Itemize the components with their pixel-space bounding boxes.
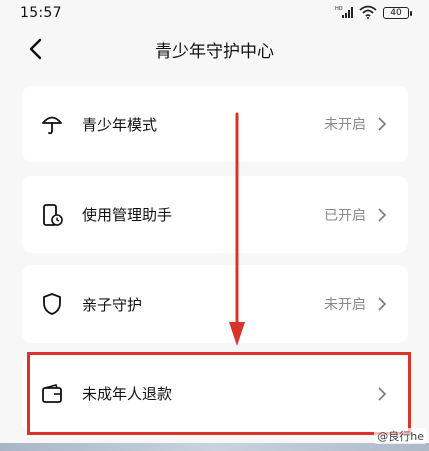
menu-label: 使用管理助手	[82, 206, 173, 224]
phone-clock-icon	[40, 203, 64, 227]
watermark-text: @良行he	[377, 430, 424, 443]
menu-item-minor-refund[interactable]: 未成年人退款	[22, 356, 408, 431]
menu-status: 未开启	[324, 297, 366, 313]
bottom-strip	[0, 443, 429, 451]
wifi-icon	[359, 4, 377, 23]
chevron-right-icon	[378, 386, 388, 401]
page-title: 青少年守护中心	[155, 42, 274, 62]
menu-item-usage-assistant[interactable]: 使用管理助手 已开启	[22, 176, 408, 253]
chevron-right-icon	[378, 207, 388, 222]
menu-item-parental-guard[interactable]: 亲子守护 未开启	[22, 265, 408, 343]
menu-status: 已开启	[324, 207, 366, 224]
menu-item-teen-mode[interactable]: 青少年模式 未开启	[22, 86, 408, 162]
chevron-right-icon	[378, 117, 388, 131]
status-icons: HD 40	[335, 4, 412, 23]
menu-label: 青少年模式	[82, 115, 158, 134]
header: 青少年守护中心	[0, 30, 429, 68]
menu-status: 未开启	[324, 117, 366, 133]
shield-icon	[40, 292, 64, 316]
menu-label: 未成年人退款	[82, 385, 173, 403]
status-time: 15:57	[20, 5, 62, 21]
menu-label: 亲子守护	[82, 295, 143, 314]
status-bar: 15:57 HD 40	[0, 0, 429, 28]
svg-text:HD: HD	[335, 6, 343, 12]
wallet-icon	[40, 382, 64, 406]
watermark: @良行he	[374, 428, 427, 444]
umbrella-icon	[40, 112, 64, 136]
battery-icon: 40	[383, 7, 412, 19]
chevron-right-icon	[378, 297, 388, 311]
battery-level: 40	[390, 8, 402, 18]
signal-icon: HD	[335, 4, 353, 23]
